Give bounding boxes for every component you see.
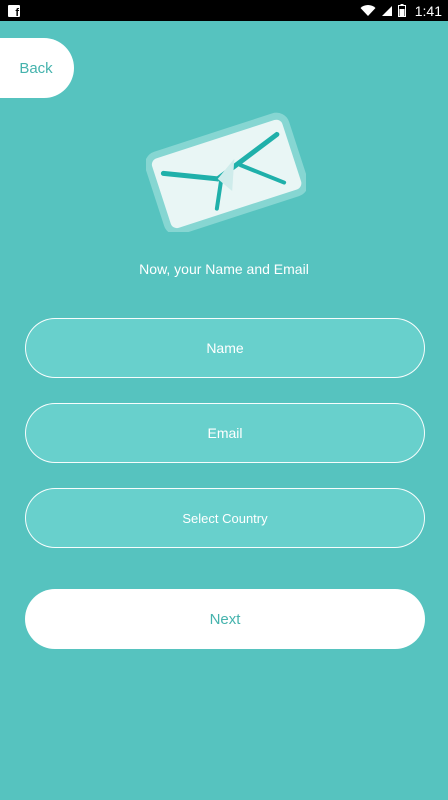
page-title: Now, your Name and Email xyxy=(139,261,309,277)
country-select-label: Select Country xyxy=(182,510,268,526)
next-button[interactable]: Next xyxy=(25,589,425,649)
signal-icon xyxy=(381,5,392,16)
status-icons: 1:41 xyxy=(360,3,442,19)
status-bar: 1:41 xyxy=(0,0,448,21)
name-field[interactable] xyxy=(25,318,425,378)
back-button[interactable]: Back xyxy=(0,38,74,98)
battery-icon xyxy=(397,4,406,17)
status-time: 1:41 xyxy=(414,2,442,19)
email-input[interactable] xyxy=(26,404,424,462)
country-select[interactable]: Select Country xyxy=(25,488,425,548)
email-field[interactable] xyxy=(25,403,425,463)
envelope-icon xyxy=(146,112,306,232)
wifi-icon xyxy=(360,4,376,16)
name-input[interactable] xyxy=(26,319,424,377)
facebook-icon xyxy=(8,4,20,19)
